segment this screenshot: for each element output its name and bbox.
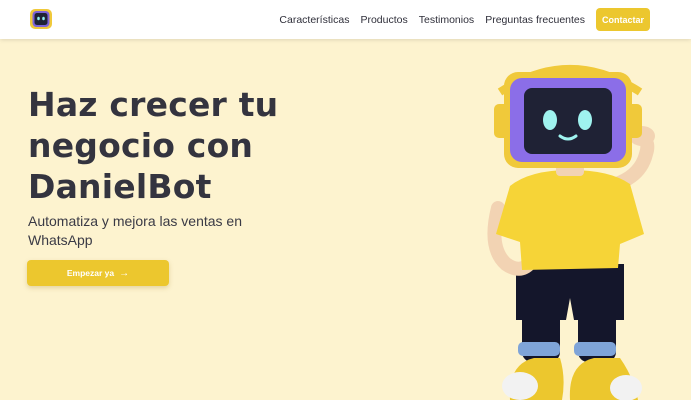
navbar: Características Productos Testimonios Pr…: [0, 0, 691, 39]
nav-links: Características Productos Testimonios Pr…: [279, 0, 585, 39]
arrow-right-icon: →: [119, 267, 130, 279]
start-now-label: Empezar ya: [66, 268, 115, 278]
nav-link-testimonials[interactable]: Testimonios: [419, 14, 474, 26]
robot-mascot-illustration: [470, 58, 670, 400]
robot-logo-icon[interactable]: [29, 7, 53, 31]
hero-title: Haz crecer tu negocio con DanielBot: [28, 85, 279, 206]
nav-link-products[interactable]: Productos: [360, 14, 407, 26]
contact-button[interactable]: Contactar: [596, 8, 650, 31]
start-now-button[interactable]: Empezar ya →: [27, 260, 169, 286]
hero-subtitle: Automatiza y mejora las ventas en WhatsA…: [28, 213, 242, 248]
nav-link-faq[interactable]: Preguntas frecuentes: [485, 14, 585, 26]
nav-link-features[interactable]: Características: [279, 14, 349, 26]
